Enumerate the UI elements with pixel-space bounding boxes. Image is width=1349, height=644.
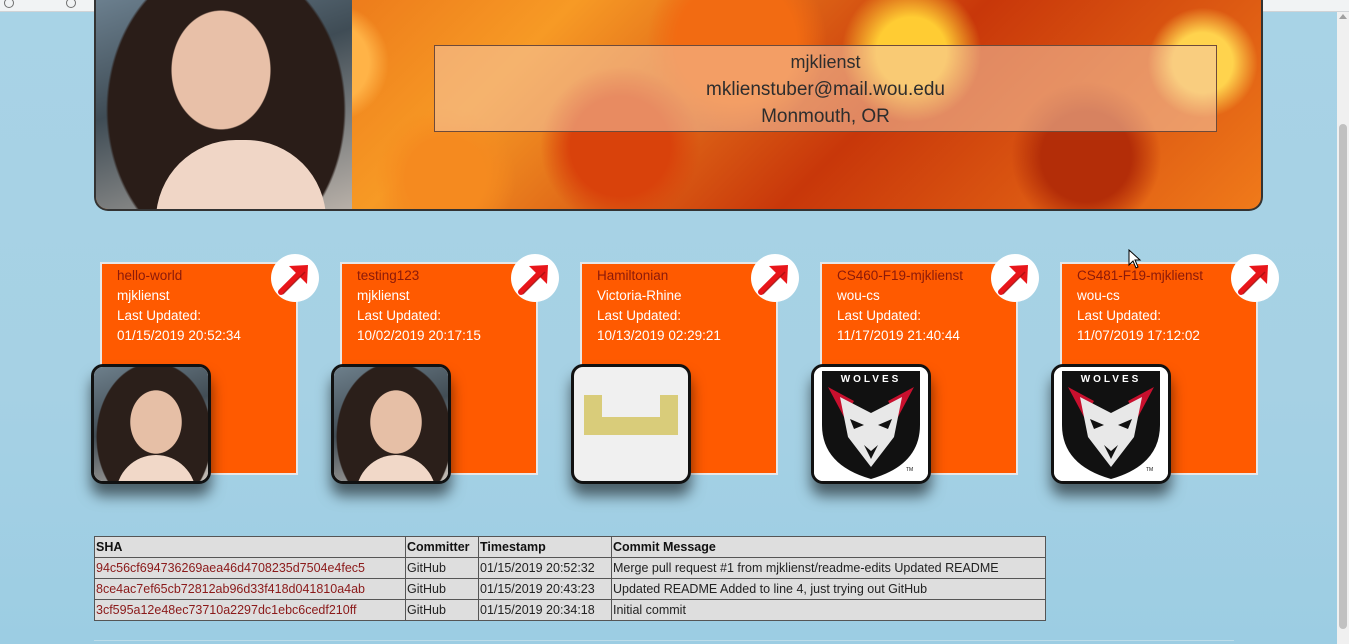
last-updated-label: Last Updated: [837, 308, 922, 323]
table-row: 3cf595a12e48ec73710a2297dc1ebc6cedf210ff… [94, 599, 1046, 621]
reload-icon[interactable] [66, 0, 76, 8]
last-updated-value: 10/02/2019 20:17:15 [357, 328, 481, 343]
commit-committer: GitHub [405, 578, 479, 600]
commit-committer: GitHub [405, 557, 479, 579]
last-updated-label: Last Updated: [357, 308, 442, 323]
arrow-up-right-icon [278, 265, 308, 295]
commit-message: Updated README Added to line 4, just try… [611, 578, 1046, 600]
mouse-cursor-icon [1128, 249, 1142, 269]
repo-owner: mjklienst [117, 288, 170, 303]
repo-name-link[interactable]: CS460-F19-mjklienst [837, 268, 963, 283]
arrow-up-right-icon [518, 265, 548, 295]
last-updated-value: 01/15/2019 20:52:34 [117, 328, 241, 343]
commit-sha-link[interactable]: 3cf595a12e48ec73710a2297dc1ebc6cedf210ff [94, 599, 406, 621]
commit-timestamp: 01/15/2019 20:52:32 [478, 557, 612, 579]
external-link-button[interactable] [271, 254, 319, 302]
commit-timestamp: 01/15/2019 20:43:23 [478, 578, 612, 600]
scroll-up-icon[interactable] [1339, 14, 1347, 19]
svg-text:TM: TM [1146, 467, 1153, 473]
repo-owner: Victoria-Rhine [597, 288, 682, 303]
arrow-up-right-icon [758, 265, 788, 295]
arrow-up-right-icon [998, 265, 1028, 295]
table-row: 8ce4ac7ef65cb72812ab96d33f418d041810a4ab… [94, 578, 1046, 600]
back-icon[interactable] [4, 0, 14, 8]
repo-name-link[interactable]: hello-world [117, 268, 182, 283]
commit-message: Initial commit [611, 599, 1046, 621]
commit-timestamp: 01/15/2019 20:34:18 [478, 599, 612, 621]
svg-text:TM: TM [906, 467, 913, 473]
profile-username: mjklienst [790, 52, 861, 72]
repo-name-link[interactable]: Hamiltonian [597, 268, 668, 283]
last-updated-value: 10/13/2019 02:29:21 [597, 328, 721, 343]
commit-message: Merge pull request #1 from mjklienst/rea… [611, 557, 1046, 579]
repo-owner: wou-cs [837, 288, 880, 303]
svg-text:WOLVES: WOLVES [841, 374, 902, 385]
last-updated-label: Last Updated: [1077, 308, 1162, 323]
profile-email: mklienstuber@mail.wou.edu [706, 79, 945, 100]
scrollbar-thumb[interactable] [1339, 124, 1347, 629]
commit-committer: GitHub [405, 599, 479, 621]
commit-sha-link[interactable]: 8ce4ac7ef65cb72812ab96d33f418d041810a4ab [94, 578, 406, 600]
external-link-button[interactable] [991, 254, 1039, 302]
repo-owner: wou-cs [1077, 288, 1120, 303]
profile-info: mjklienst mklienstuber@mail.wou.edu Monm… [434, 45, 1217, 132]
profile-banner: mjklienst mklienstuber@mail.wou.edu Monm… [94, 0, 1263, 211]
commit-sha-link[interactable]: 94c56cf694736269aea46d4708235d7504e4fec5 [94, 557, 406, 579]
external-link-button[interactable] [751, 254, 799, 302]
column-header-committer: Committer [405, 536, 479, 558]
arrow-up-right-icon [1238, 265, 1268, 295]
repo-name-link[interactable]: CS481-F19-mjklienst [1077, 268, 1203, 283]
svg-text:WOLVES: WOLVES [1081, 374, 1142, 385]
last-updated-value: 11/17/2019 21:40:44 [837, 328, 960, 343]
profile-location: Monmouth, OR [761, 106, 890, 127]
divider [94, 640, 1234, 641]
wolves-logo-icon: WOLVES TM [811, 364, 931, 484]
repo-owner: mjklienst [357, 288, 410, 303]
last-updated-value: 11/07/2019 17:12:02 [1077, 328, 1200, 343]
page-scrollbar[interactable] [1337, 12, 1349, 644]
profile-avatar [96, 0, 352, 209]
last-updated-label: Last Updated: [117, 308, 202, 323]
table-row: 94c56cf694736269aea46d4708235d7504e4fec5… [94, 557, 1046, 579]
external-link-button[interactable] [511, 254, 559, 302]
commit-table-header: SHA Committer Timestamp Commit Message [94, 536, 1046, 558]
column-header-message: Commit Message [611, 536, 1046, 558]
external-link-button[interactable] [1231, 254, 1279, 302]
column-header-sha: SHA [94, 536, 406, 558]
repo-name-link[interactable]: testing123 [357, 268, 419, 283]
owner-avatar [331, 364, 451, 484]
wolves-logo-icon: WOLVES TM [1051, 364, 1171, 484]
column-header-timestamp: Timestamp [478, 536, 612, 558]
last-updated-label: Last Updated: [597, 308, 682, 323]
identicon-avatar [571, 364, 691, 484]
owner-avatar [91, 364, 211, 484]
commit-table: SHA Committer Timestamp Commit Message 9… [94, 536, 1046, 621]
